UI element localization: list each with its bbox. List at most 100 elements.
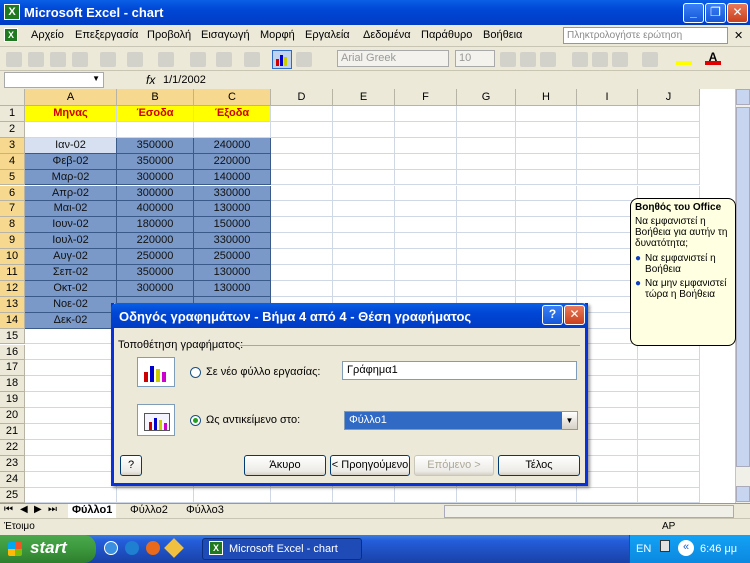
cell[interactable] <box>395 265 457 281</box>
data-cell[interactable]: Σεπ-02 <box>25 265 117 281</box>
ie-icon[interactable] <box>104 541 118 555</box>
row-header[interactable]: 25 <box>0 487 25 503</box>
fill-color-icon[interactable] <box>676 52 692 65</box>
cell[interactable] <box>25 408 117 424</box>
cell[interactable] <box>516 185 577 202</box>
cell[interactable] <box>271 265 333 281</box>
cell[interactable] <box>516 169 577 186</box>
cell[interactable] <box>457 233 516 250</box>
cancel-button[interactable]: Άκυρο <box>244 455 326 476</box>
cell[interactable] <box>271 169 333 186</box>
data-cell[interactable]: Νοε-02 <box>25 296 117 313</box>
cell[interactable] <box>638 153 700 170</box>
data-cell[interactable]: Φεβ-02 <box>25 153 117 170</box>
row-header[interactable]: 3 <box>0 137 25 154</box>
horizontal-scrollbar[interactable] <box>444 505 734 518</box>
cell[interactable] <box>577 185 638 202</box>
cell[interactable] <box>577 169 638 186</box>
row-header[interactable]: 16 <box>0 344 25 361</box>
data-cell[interactable]: 150000 <box>194 217 271 234</box>
data-cell[interactable]: 180000 <box>117 217 194 234</box>
open-icon[interactable] <box>28 52 44 67</box>
cell[interactable] <box>333 153 395 170</box>
fx-icon[interactable]: fx <box>146 73 155 87</box>
cell[interactable] <box>271 106 333 122</box>
cell[interactable] <box>395 121 457 138</box>
media-player-icon[interactable] <box>146 541 160 555</box>
cell[interactable] <box>638 121 700 138</box>
cell[interactable] <box>457 249 516 265</box>
cell[interactable] <box>457 106 516 122</box>
cell[interactable] <box>271 137 333 154</box>
chart-wizard-icon[interactable] <box>272 50 292 69</box>
row-header[interactable]: 17 <box>0 360 25 377</box>
cell[interactable] <box>516 487 577 503</box>
maximize-button[interactable]: ❐ <box>705 3 726 23</box>
cell[interactable] <box>271 121 333 138</box>
cell[interactable] <box>271 153 333 170</box>
data-cell[interactable]: 130000 <box>194 201 271 218</box>
header-cell[interactable]: Έσοδα <box>117 106 194 122</box>
cell[interactable] <box>516 217 577 234</box>
cell[interactable] <box>577 217 638 234</box>
data-cell[interactable]: 140000 <box>194 169 271 186</box>
column-header[interactable]: A <box>25 89 117 106</box>
row-header[interactable]: 1 <box>0 106 25 122</box>
cell[interactable] <box>638 392 700 409</box>
excel-doc-icon[interactable]: X <box>4 28 18 42</box>
taskbar-excel-button[interactable]: X Microsoft Excel - chart <box>202 538 362 560</box>
cell[interactable] <box>638 424 700 440</box>
row-header[interactable]: 21 <box>0 424 25 440</box>
cell[interactable] <box>516 106 577 122</box>
data-cell[interactable]: 350000 <box>117 265 194 281</box>
close-button[interactable]: ✕ <box>727 3 748 23</box>
assistant-option-hide[interactable]: ● Να μην εμφανιστεί τώρα η Βοήθεια <box>635 278 731 300</box>
new-sheet-radio[interactable] <box>190 367 201 378</box>
menu-view[interactable]: Προβολή <box>147 29 191 41</box>
cell[interactable] <box>333 265 395 281</box>
cell[interactable] <box>25 424 117 440</box>
cell[interactable] <box>577 201 638 218</box>
cell[interactable] <box>333 487 395 503</box>
row-header[interactable]: 6 <box>0 185 25 202</box>
data-cell[interactable]: Ιαν-02 <box>25 137 117 154</box>
data-cell[interactable]: 300000 <box>117 280 194 297</box>
column-header[interactable]: G <box>457 89 516 106</box>
cell[interactable] <box>516 265 577 281</box>
column-header[interactable]: E <box>333 89 395 106</box>
data-cell[interactable]: 250000 <box>117 249 194 265</box>
cell[interactable] <box>25 439 117 456</box>
data-cell[interactable]: Μαρ-02 <box>25 169 117 186</box>
formula-value[interactable]: 1/1/2002 <box>163 74 206 86</box>
cell[interactable] <box>271 280 333 297</box>
header-cell[interactable]: Έξοδα <box>194 106 271 122</box>
name-box[interactable]: ▼ <box>4 72 104 88</box>
row-header[interactable]: 12 <box>0 280 25 297</box>
finish-button[interactable]: Τέλος <box>498 455 580 476</box>
next-button[interactable]: Επόμενο > <box>414 455 494 476</box>
cell[interactable] <box>577 106 638 122</box>
cell[interactable] <box>577 265 638 281</box>
dropdown-arrow-icon[interactable]: ▼ <box>562 412 577 429</box>
cell[interactable] <box>25 121 117 138</box>
cell[interactable] <box>25 455 117 472</box>
cell[interactable] <box>457 121 516 138</box>
cell[interactable] <box>333 233 395 250</box>
cell[interactable] <box>516 201 577 218</box>
data-cell[interactable]: 220000 <box>117 233 194 250</box>
cell[interactable] <box>333 249 395 265</box>
cell[interactable] <box>638 439 700 456</box>
new-icon[interactable] <box>6 52 22 67</box>
cell[interactable] <box>516 249 577 265</box>
back-button[interactable]: < Προηγούμενο <box>330 455 410 476</box>
data-cell[interactable]: 130000 <box>194 265 271 281</box>
cell[interactable] <box>577 121 638 138</box>
row-header[interactable]: 7 <box>0 201 25 218</box>
outlook-icon[interactable] <box>125 541 139 555</box>
dialog-help-button[interactable]: ? <box>120 455 142 476</box>
help-question-input[interactable]: Πληκτρολογήστε ερώτηση <box>563 27 728 44</box>
menu-file[interactable]: Αρχείο <box>31 29 64 41</box>
align-right-icon[interactable] <box>612 52 628 67</box>
cell[interactable] <box>25 344 117 361</box>
row-header[interactable]: 4 <box>0 153 25 170</box>
